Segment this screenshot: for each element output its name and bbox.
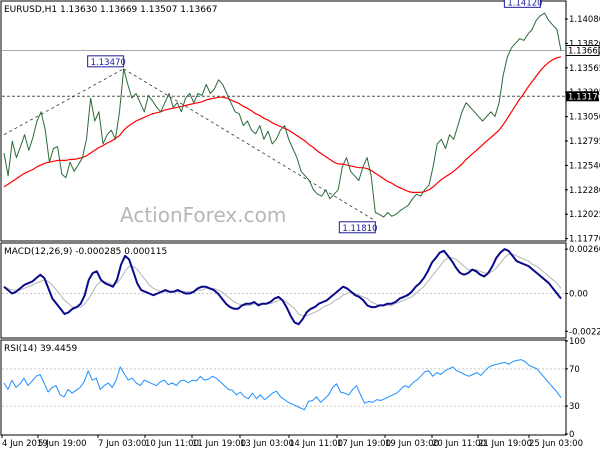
x-axis-tick-label: 11 Jun 19:00 <box>192 439 246 449</box>
price-panel-title: EURUSD,H1 1.13630 1.13669 1.13507 1.1366… <box>4 5 217 15</box>
x-axis-tick-label: 25 Jun 03:00 <box>529 439 583 449</box>
rsi-y-tick-label: 100 <box>569 337 585 347</box>
rsi-panel-frame <box>0 339 567 436</box>
chart-marks: 1.140801.138201.135651.133051.130501.127… <box>1 0 600 449</box>
annotation-label: 1.13470 <box>91 58 126 68</box>
rsi-y-tick-label: 70 <box>569 365 580 375</box>
price-y-tick-label: 1.12025 <box>569 210 600 220</box>
macd-y-tick-label: 0.002601 <box>569 245 600 255</box>
annotation-label: 1.11810 <box>342 224 377 234</box>
level-label: 1.13170 <box>568 92 600 102</box>
price-y-tick-label: 1.12795 <box>569 137 600 147</box>
macd-y-tick-label: 0.00 <box>569 289 588 299</box>
x-axis-tick-label: 19 Jun 03:00 <box>385 439 439 449</box>
macd-line <box>3 248 562 326</box>
current-price-label: 1.13667 <box>568 47 600 57</box>
price-y-tick-label: 1.13565 <box>569 64 600 74</box>
x-axis-tick-label: 13 Jun 03:00 <box>240 439 294 449</box>
rsi-panel-title: RSI(14) 39.4459 <box>4 344 77 354</box>
price-line <box>3 12 562 218</box>
x-axis-tick-label: 10 Jun 11:00 <box>145 439 199 449</box>
x-axis-tick-label: 5 Jun 19:00 <box>38 439 87 449</box>
price-y-tick-label: 1.14080 <box>569 15 600 25</box>
price-y-tick-label: 1.12280 <box>569 186 600 196</box>
macd-panel-title: MACD(12,26,9) -0.000285 0.000115 <box>4 247 167 257</box>
price-y-tick-label: 1.13050 <box>569 113 600 123</box>
trendline <box>3 68 124 136</box>
watermark: ActionForex.com <box>120 203 286 227</box>
macd-y-tick-label: -0.002218 <box>569 327 600 337</box>
rsi-y-tick-label: 30 <box>569 402 580 412</box>
chart-canvas: ActionForex.com EURUSD,H1 1.13630 1.1366… <box>0 0 600 449</box>
annotation-label: 1.14120 <box>507 0 542 8</box>
trendline <box>123 68 376 222</box>
price-y-tick-label: 1.12540 <box>569 161 600 171</box>
x-axis-tick-label: 7 Jun 03:00 <box>98 439 147 449</box>
x-axis-tick-label: 14 Jun 11:00 <box>289 439 343 449</box>
x-axis-tick-label: 17 Jun 19:00 <box>337 439 391 449</box>
chart-window: ActionForex.com EURUSD,H1 1.13630 1.1366… <box>0 0 600 450</box>
rsi-line <box>3 359 562 411</box>
price-y-tick-label: 1.11770 <box>569 235 600 245</box>
x-axis-tick-label: 21 Jun 19:00 <box>478 439 532 449</box>
